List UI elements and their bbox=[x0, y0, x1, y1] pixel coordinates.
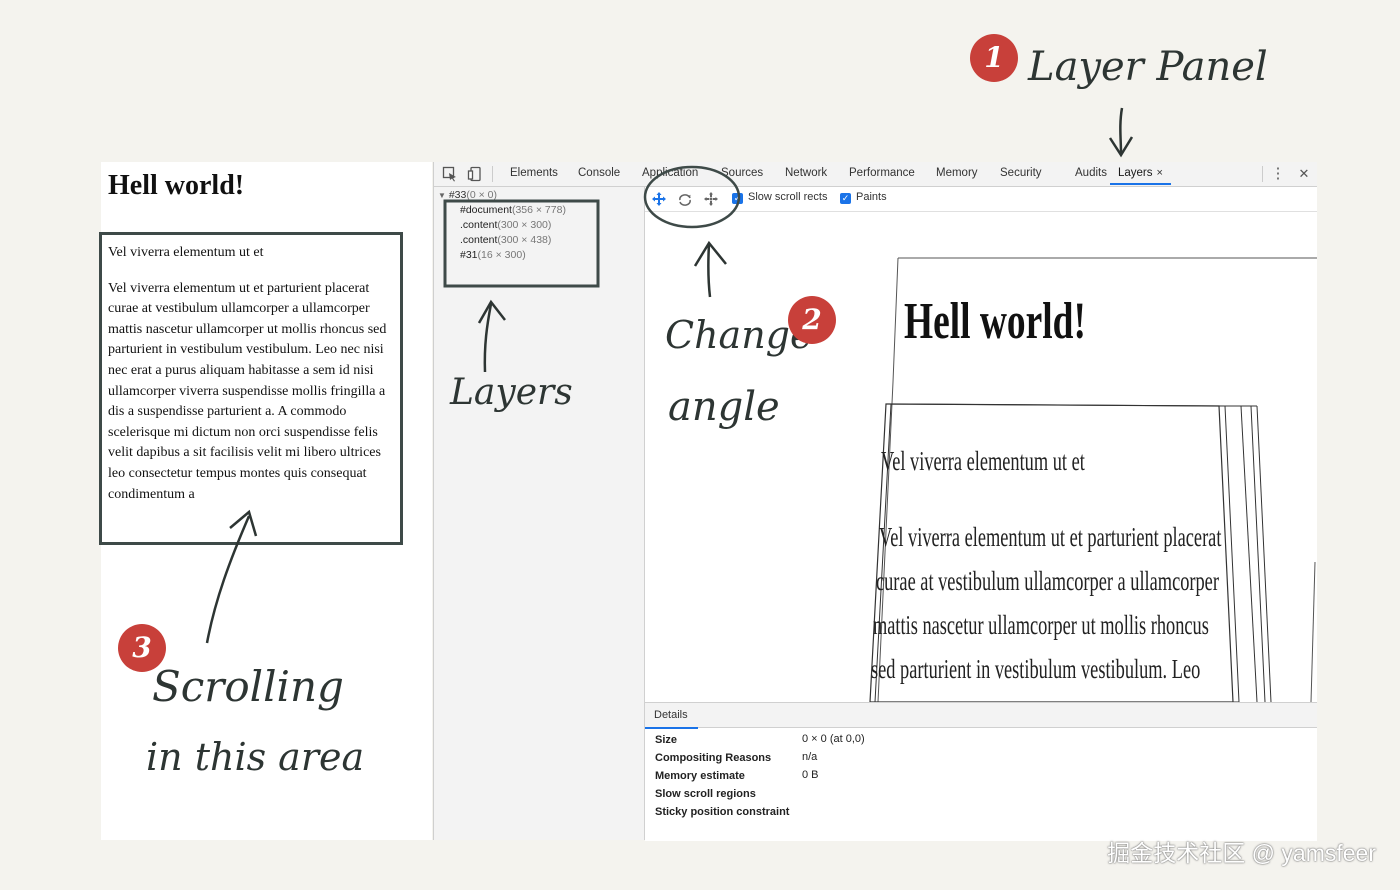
annotation-layer-panel: Layer Panel bbox=[1028, 44, 1268, 90]
badge-1: 1 bbox=[970, 34, 1018, 82]
arrow-to-controls bbox=[707, 243, 712, 298]
annotation-scrolling: Scrolling bbox=[152, 662, 344, 711]
annotation-angle: angle bbox=[668, 384, 780, 430]
controls-highlight-circle bbox=[643, 165, 741, 229]
annotation-layers: Layers bbox=[450, 372, 573, 413]
arrow-to-scroll-area bbox=[205, 515, 251, 644]
arrow-to-layer-list bbox=[483, 303, 493, 373]
badge-2: 2 bbox=[788, 296, 836, 344]
layers-highlight-box bbox=[443, 199, 600, 288]
watermark: 掘金技术社区 @ yamsfeer bbox=[1107, 840, 1376, 866]
arrow-to-layers-tab bbox=[1119, 107, 1124, 154]
annotation-in-this-area: in this area bbox=[146, 735, 365, 779]
